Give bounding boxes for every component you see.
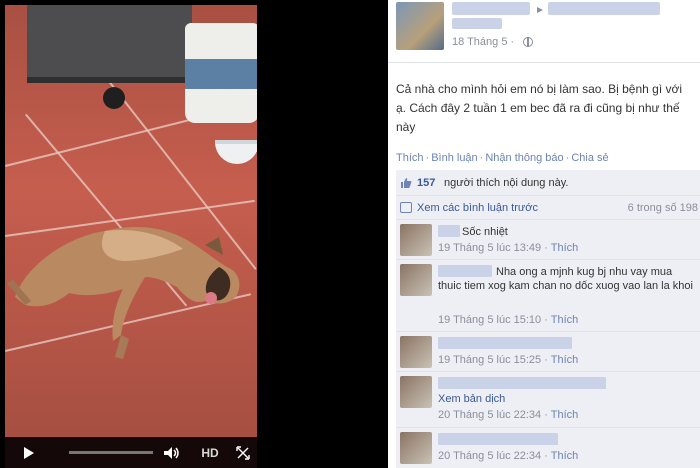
comment-text: Nha ong a mjnh kug bj nhu vay mua thuic … xyxy=(438,266,693,292)
commenter-avatar[interactable] xyxy=(400,432,432,464)
follow-link[interactable]: Nhận thông báo xyxy=(485,152,563,164)
divider xyxy=(388,62,700,63)
video-frame[interactable] xyxy=(5,5,257,468)
progress-bar[interactable] xyxy=(69,451,153,454)
comment-like-link[interactable]: Thích xyxy=(551,450,579,462)
comment-like-link[interactable]: Thích xyxy=(551,409,579,421)
commenter-name-redacted[interactable] xyxy=(438,225,460,237)
comment-like-link[interactable]: Thích xyxy=(551,354,579,366)
comment-like-link[interactable]: Thích xyxy=(551,314,579,326)
arrow-right-icon xyxy=(537,7,543,13)
commenter-name-redacted[interactable] xyxy=(438,433,558,445)
thumbs-up-icon xyxy=(401,178,412,188)
comment-meta: 19 Tháng 5 lúc 15:10 · Thích xyxy=(438,314,579,326)
post-body: Cả nhà cho mình hỏi em nó bị làm sao. Bị… xyxy=(396,82,683,134)
comment-meta: 19 Tháng 5 lúc 13:49 · Thích xyxy=(438,242,579,254)
post-header: 18 Tháng 5 · xyxy=(388,0,700,60)
commenter-avatar[interactable] xyxy=(400,264,432,296)
post-actions: Thích · Bình luận · Nhận thông báo · Chia sẻ xyxy=(396,152,609,164)
hd-button[interactable]: HD xyxy=(199,437,221,468)
commenter-name-redacted[interactable] xyxy=(438,337,572,349)
commenter-avatar[interactable] xyxy=(400,224,432,256)
comment-time[interactable]: 20 Tháng 5 lúc 22:34 xyxy=(438,450,541,462)
facebook-post: 18 Tháng 5 · Cả nhà cho mình hỏi em nó b… xyxy=(388,0,700,468)
view-previous-comments-link[interactable]: Xem các bình luận trước xyxy=(417,202,538,214)
post-timestamp[interactable]: 18 Tháng 5 · xyxy=(452,36,514,48)
comment-meta: 20 Tháng 5 lúc 22:34 · Thích xyxy=(438,409,579,421)
comment-item: Nha ong a mjnh kug bj nhu vay mua thuic … xyxy=(396,260,700,332)
comment-meta: 20 Tháng 5 lúc 22:34 · Thích xyxy=(438,450,579,462)
poster-name-redacted[interactable] xyxy=(452,2,530,15)
volume-button[interactable] xyxy=(161,437,183,468)
comment-time[interactable]: 20 Tháng 5 lúc 22:34 xyxy=(438,409,541,421)
group-name-redacted[interactable] xyxy=(452,18,502,29)
globe-icon xyxy=(523,37,533,47)
view-previous-row: Xem các bình luận trước 6 trong số 198 xyxy=(396,196,700,220)
commenter-avatar[interactable] xyxy=(400,336,432,368)
comment-text: Sốc nhiệt xyxy=(462,226,508,238)
video-controls: HD xyxy=(5,437,257,468)
video-player[interactable]: HD xyxy=(0,0,380,468)
comment-item: Sốc nhiệt 19 Tháng 5 lúc 13:49 · Thích xyxy=(396,220,700,260)
likes-text: người thích nội dung này. xyxy=(444,177,569,189)
comment-item: Xem bản dịch 20 Tháng 5 lúc 22:34 · Thíc… xyxy=(396,372,700,428)
share-link[interactable]: Chia sẻ xyxy=(571,152,608,164)
feedback-section: 157 người thích nội dung này. Xem các bì… xyxy=(396,170,700,468)
commenter-name-redacted[interactable] xyxy=(438,377,606,389)
likes-count[interactable]: 157 xyxy=(417,177,435,189)
play-icon xyxy=(24,446,34,459)
comment-link[interactable]: Bình luận xyxy=(431,152,477,164)
volume-icon xyxy=(164,446,179,459)
commenter-avatar[interactable] xyxy=(400,376,432,408)
comment-meta: 19 Tháng 5 lúc 15:25 · Thích xyxy=(438,354,579,366)
comment-time[interactable]: 19 Tháng 5 lúc 15:10 xyxy=(438,314,541,326)
comment-item: 20 Tháng 5 lúc 22:34 · Thích xyxy=(396,428,700,468)
comment-time[interactable]: 19 Tháng 5 lúc 15:25 xyxy=(438,354,541,366)
comment-time[interactable]: 19 Tháng 5 lúc 13:49 xyxy=(438,242,541,254)
likes-summary: 157 người thích nội dung này. xyxy=(396,170,700,196)
like-link[interactable]: Thích xyxy=(396,152,424,164)
comment-item: 19 Tháng 5 lúc 15:25 · Thích xyxy=(396,332,700,372)
comment-bubble-icon xyxy=(400,202,412,213)
group-title-redacted[interactable] xyxy=(548,2,660,15)
fullscreen-button[interactable] xyxy=(233,437,253,468)
comment-count: 6 trong số 198 xyxy=(627,202,698,214)
fullscreen-icon xyxy=(236,445,250,460)
comment-like-link[interactable]: Thích xyxy=(551,242,579,254)
dog-image xyxy=(7,226,240,359)
see-translation-link[interactable]: Xem bản dịch xyxy=(438,393,505,405)
poster-avatar[interactable] xyxy=(396,2,444,50)
play-button[interactable] xyxy=(19,437,39,468)
